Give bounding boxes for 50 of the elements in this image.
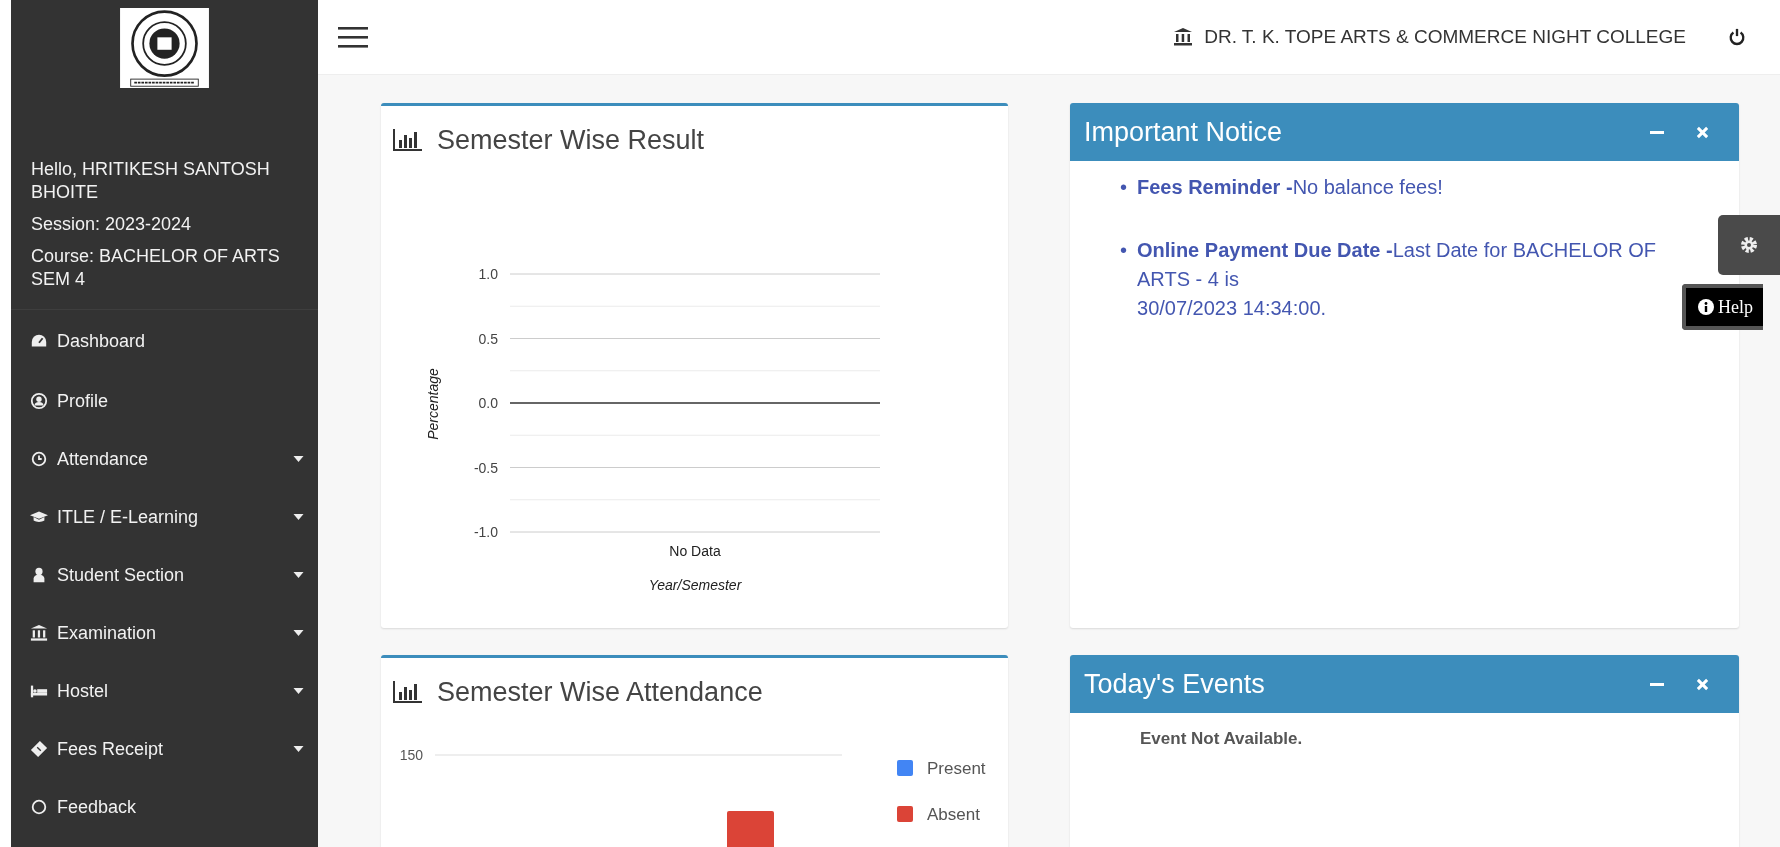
session-text: Session: 2023-2024 — [31, 213, 193, 236]
bar-chart-icon — [393, 681, 423, 703]
info-icon — [1698, 299, 1714, 315]
y-axis-title: Percentage — [425, 368, 441, 440]
minus-icon — [1650, 130, 1664, 134]
menu-item[interactable]: Hostel — [11, 662, 318, 720]
close-icon — [1696, 125, 1709, 139]
clock-icon — [29, 450, 49, 468]
card-title: Semester Wise Result — [437, 124, 705, 156]
bullet: • — [1120, 175, 1127, 200]
notice-text: Fees Reminder -No balance fees! — [1137, 175, 1443, 200]
events-message: Event Not Available. — [1140, 729, 1304, 749]
menu-icon — [338, 26, 368, 48]
menu-item[interactable]: Dashboard — [11, 310, 318, 372]
menu-item[interactable]: Feedback — [11, 778, 318, 836]
bank-icon — [29, 624, 49, 642]
menu-item[interactable]: Student Section — [11, 546, 318, 604]
ticket-icon — [29, 740, 49, 758]
legend-label: Absent — [927, 805, 980, 824]
settings-button[interactable] — [1718, 215, 1780, 275]
y-tick-label: -0.5 — [473, 459, 498, 476]
user-icon — [29, 392, 49, 410]
bullet: • — [1120, 238, 1127, 263]
y-tick-label: 0.0 — [478, 395, 498, 411]
x-tick-label: No Data — [669, 543, 721, 559]
menu-item[interactable]: Examination — [11, 604, 318, 662]
y-tick-label: -1.0 — [473, 524, 498, 540]
menu-item[interactable]: Profile — [11, 372, 318, 430]
card-title: Semester Wise Attendance — [437, 676, 763, 708]
menu-item[interactable]: ITLE / E-Learning — [11, 488, 318, 546]
help-button[interactable]: Help — [1682, 284, 1763, 330]
legend-label: Present — [927, 759, 986, 778]
attendance-chart-drawing: 150 Present Absent — [381, 724, 1008, 847]
card-title: Today's Events — [1084, 668, 1265, 700]
college-name: DR. T. K. TOPE ARTS & COMMERCE NIGHT COLLEGE — [1204, 26, 1686, 48]
menu-item[interactable]: Fees Receipt — [11, 720, 318, 778]
bar-chart-icon — [393, 129, 423, 151]
notice-text: Online Payment Due Date -Last Date for BACHELOR OF ARTS - 4 is 30/07/2023 14:34:00. — [1137, 238, 1658, 321]
menu-item[interactable]: Attendance — [11, 430, 318, 488]
x-axis-title: Year/Semester — [648, 577, 742, 593]
card-title: Important Notice — [1084, 116, 1283, 148]
y-tick-label: 0.5 — [478, 330, 498, 347]
bank-icon — [1172, 27, 1195, 47]
power-icon — [1728, 28, 1746, 46]
course-text: Course: BACHELOR OF ARTS SEM 4 — [31, 245, 281, 291]
gear-icon — [1739, 235, 1759, 255]
minus-icon — [1650, 682, 1664, 686]
close-icon — [1696, 677, 1709, 691]
y-tick-label: 1.0 — [478, 266, 498, 282]
greeting-text: Hello, HRITIKESH SANTOSH BHOITE — [31, 158, 271, 204]
